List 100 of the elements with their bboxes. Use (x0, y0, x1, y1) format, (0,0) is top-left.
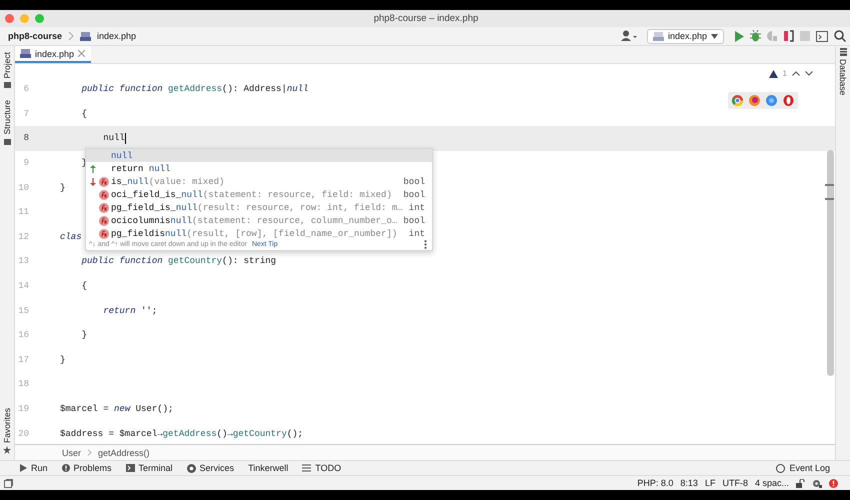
tool-window-button[interactable]: Services (186, 463, 234, 473)
arrow-up-icon (90, 164, 96, 172)
completion-item[interactable]: return null (86, 162, 432, 175)
completion-item[interactable]: null (86, 149, 432, 162)
lock-icon[interactable] (796, 478, 805, 488)
line-number: 12 (17, 232, 29, 242)
code-line: clas (60, 232, 82, 242)
code-line: } (60, 182, 66, 193)
run-icon[interactable] (734, 30, 744, 42)
run-configuration-dropdown[interactable]: index.php (646, 28, 724, 44)
folder-icon (4, 138, 10, 145)
code-line: public function getAddress(): Address|null (80, 84, 308, 94)
tool-window-tab[interactable]: Project (0, 50, 14, 90)
completion-item[interactable]: pg_field_is_null(result: resource, row: int, field: m… int (86, 201, 432, 214)
chevron-up-icon[interactable] (792, 71, 800, 76)
event-log-button[interactable]: Event Log (776, 463, 830, 473)
completion-item[interactable]: is_null(value: mixed) bool (86, 175, 432, 188)
warning-icon[interactable] (768, 70, 778, 78)
browser-icon[interactable] (749, 95, 760, 106)
project-crumb[interactable]: php8-course (8, 31, 62, 41)
status-item[interactable]: UTF-8 (722, 478, 748, 488)
window-title: php8-course – index.php (374, 13, 478, 24)
browser-icon[interactable] (783, 95, 794, 106)
list-icon (302, 464, 312, 472)
code-line: { (80, 281, 88, 292)
bug-icon[interactable] (750, 30, 761, 42)
line-number: 10 (17, 182, 29, 193)
editor-tab[interactable]: index.php (15, 46, 92, 63)
completion-item[interactable]: pg_fieldisnull(result, [row], [field_name_or_number]) int (86, 227, 432, 240)
php-file-icon (20, 48, 31, 59)
code-line: $marcel = new User(); (60, 404, 174, 414)
line-number: 19 (17, 404, 29, 414)
code-line: null (102, 133, 125, 144)
tool-window-button[interactable]: Run (20, 463, 48, 473)
function-icon (99, 176, 109, 186)
warning-count: 1 (782, 69, 787, 78)
speech-bubble-icon (776, 464, 786, 472)
browser-icon[interactable] (732, 95, 743, 106)
user-icon[interactable] (620, 30, 637, 42)
tool-window-tab[interactable]: Structure (0, 98, 14, 147)
completion-item[interactable]: ocicolumnisnull(statement: resource, column_number_o… bool (86, 214, 432, 227)
tool-window-button[interactable]: TODO (302, 463, 342, 473)
function-icon (99, 190, 109, 200)
window-icon[interactable] (816, 30, 828, 42)
close-icon[interactable] (78, 50, 86, 57)
status-item[interactable]: 4 spac... (754, 478, 789, 488)
line-number: 18 (17, 379, 29, 390)
tool-window-button[interactable]: Tinkerwell (248, 463, 288, 473)
close-button[interactable] (5, 14, 14, 23)
warning-icon (62, 464, 70, 472)
terminal-icon (126, 464, 135, 472)
code-line: { (80, 108, 88, 119)
function-icon (99, 228, 109, 238)
line-number: 20 (17, 428, 29, 439)
status-item[interactable]: PHP: 8.0 (637, 478, 674, 488)
more-icon[interactable] (424, 240, 427, 249)
line-number: 17 (17, 354, 29, 365)
code-line: $address = $marcel→getAddress()→getCountry(); (60, 428, 304, 439)
chevron-icon (68, 31, 74, 41)
line-number: 14 (17, 281, 29, 292)
error-icon[interactable] (829, 478, 838, 488)
code-line: } (80, 330, 88, 340)
code-line: } (60, 354, 66, 365)
tool-window-button[interactable]: Problems (62, 463, 112, 473)
panel-toggle-icon[interactable] (4, 478, 13, 488)
chevron-down-icon[interactable] (805, 71, 813, 76)
search-icon[interactable] (834, 30, 846, 42)
code-line: public function getCountry(): string (80, 256, 276, 266)
scrollbar[interactable] (827, 150, 834, 376)
tool-window-tab[interactable]: Favorites (0, 406, 14, 456)
tool-window-button[interactable]: Terminal (126, 463, 173, 473)
breadcrumb[interactable]: getAddress() (98, 448, 150, 458)
line-number: 6 (22, 84, 29, 94)
line-number: 9 (22, 158, 29, 168)
error-stripe-mark (825, 198, 834, 200)
services-icon (186, 464, 196, 472)
run-icon (20, 464, 27, 472)
code-line: return ''; (102, 306, 158, 316)
php-file-icon (80, 30, 92, 42)
tool-window-tab[interactable]: Database (836, 46, 850, 98)
star-icon (3, 446, 11, 454)
folder-icon (4, 81, 10, 88)
line-number: 11 (17, 207, 29, 218)
arrow-down-icon (90, 178, 96, 186)
line-number: 8 (22, 133, 29, 144)
function-icon (99, 202, 109, 212)
browser-icon[interactable] (766, 95, 777, 106)
line-number: 15 (17, 306, 29, 316)
chevron-icon (87, 449, 92, 456)
error-stripe-mark (825, 184, 834, 186)
gear-icon[interactable] (812, 478, 822, 488)
php-file-icon (652, 30, 664, 42)
completion-item[interactable]: oci_field_is_null(statement: resource, field: mixed) bool (86, 188, 432, 201)
text-caret (124, 132, 126, 144)
line-number: 7 (22, 108, 29, 119)
caret-icon (711, 34, 718, 38)
breadcrumb[interactable]: User (62, 448, 82, 458)
status-item[interactable]: 8:13 (680, 478, 698, 488)
status-item[interactable]: LF (704, 478, 716, 488)
file-crumb[interactable]: index.php (97, 31, 136, 41)
